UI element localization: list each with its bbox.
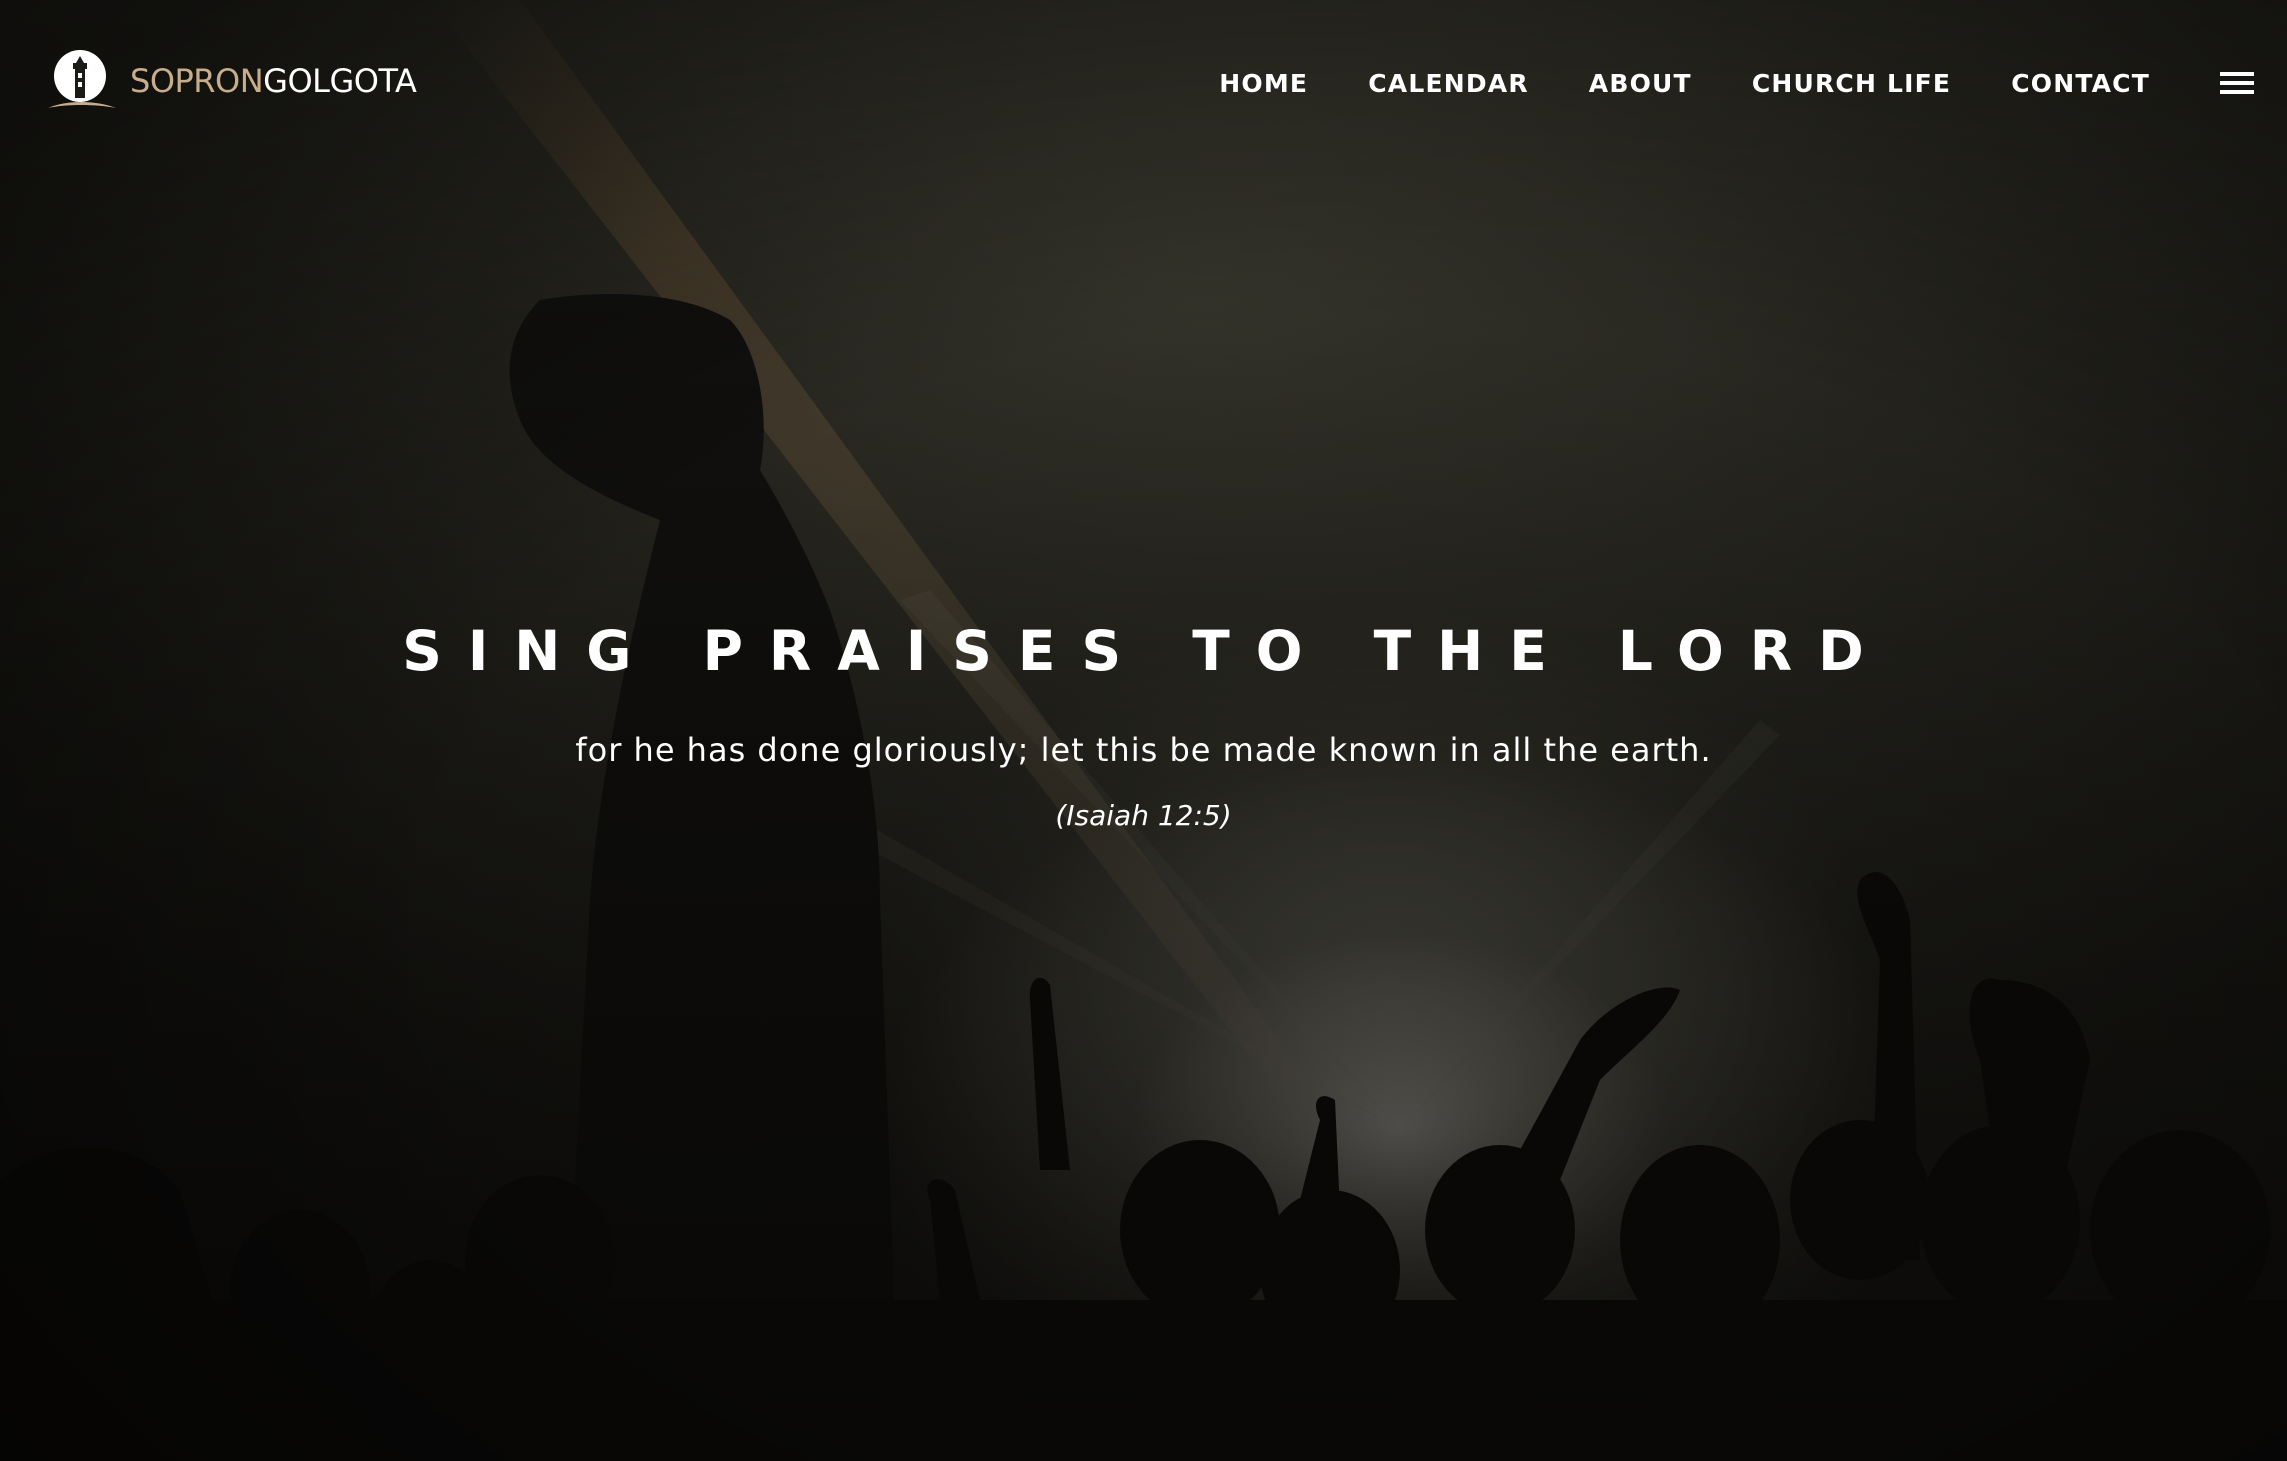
hamburger-menu-icon[interactable] [2220,68,2254,98]
hamburger-bar [2220,81,2254,85]
hero-verse-reference: (Isaiah 12:5) [1055,799,1232,832]
site-logo-text: SOPRONGOLGOTA [130,62,417,100]
site-logo[interactable]: SOPRONGOLGOTA [46,48,417,114]
site-header: SOPRONGOLGOTA HOME CALENDAR ABOUT CHURCH… [0,0,2287,170]
lighthouse-icon [48,50,116,108]
hero-headline: SING PRAISES TO THE LORD [402,619,1890,683]
main-navigation: HOME CALENDAR ABOUT CHURCH LIFE CONTACT [1189,68,2150,100]
hero-section: SOPRONGOLGOTA HOME CALENDAR ABOUT CHURCH… [0,0,2287,1461]
nav-link-about[interactable]: ABOUT [1559,68,1722,100]
brand-name-part2: GOLGOTA [263,62,417,100]
nav-link-church-life[interactable]: CHURCH LIFE [1722,68,1981,100]
brand-name-part1: SOPRON [130,62,264,100]
nav-link-calendar[interactable]: CALENDAR [1338,68,1559,100]
hamburger-bar [2220,72,2254,76]
nav-link-home[interactable]: HOME [1189,68,1338,100]
hamburger-bar [2220,90,2254,94]
nav-link-contact[interactable]: CONTACT [1981,68,2150,100]
hero-verse-text: for he has done gloriously; let this be … [575,731,1712,769]
